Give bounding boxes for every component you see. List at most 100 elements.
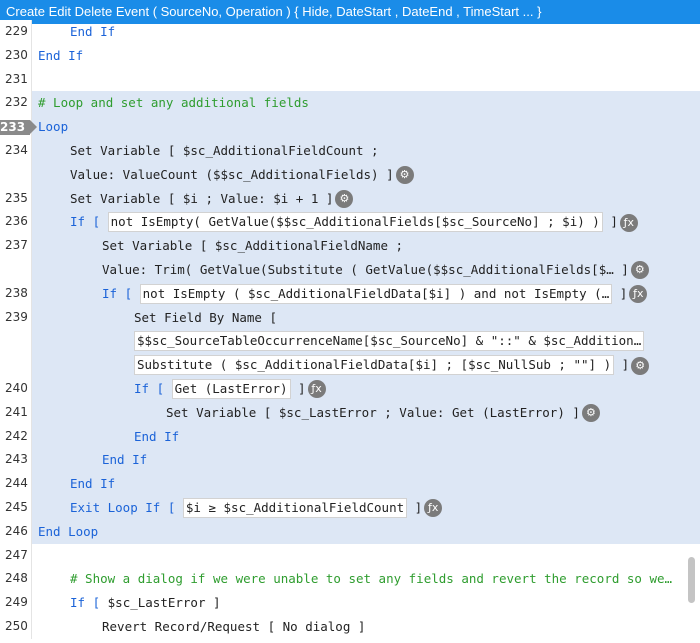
control-keyword: If [ xyxy=(70,214,108,230)
script-step-text: # Loop and set any additional fields xyxy=(38,91,676,115)
calculation-field[interactable]: not IsEmpty ( $sc_AdditionalFieldData[$i… xyxy=(139,283,613,304)
script-editor[interactable]: 229 End If 230 End If 231 232 # Loop and set a… xyxy=(0,20,700,639)
line-number: 241 xyxy=(5,404,28,419)
control-keyword: End If xyxy=(38,47,84,63)
script-step-text: $$sc_SourceTableOccurrenceName[$sc_Sourc… xyxy=(134,329,676,353)
gear-icon[interactable]: ⚙ xyxy=(631,356,650,375)
line-number: 245 xyxy=(5,499,28,514)
step-text: Value: Trim( GetValue(Substitute ( GetVa… xyxy=(102,261,629,277)
line-gutter: 245 xyxy=(0,495,32,520)
line-gutter: 249 xyxy=(0,591,32,615)
script-step-text: Exit Loop If [ $i ≥ $sc_AdditionalFieldC… xyxy=(70,496,676,520)
step-text: Set Variable [ $sc_AdditionalFieldCount … xyxy=(70,142,379,158)
line-gutter: 232 xyxy=(0,91,32,116)
scrollbar-thumb[interactable] xyxy=(688,557,695,603)
function-icon[interactable]: ƒx xyxy=(629,285,648,304)
line-gutter: 244 xyxy=(0,472,32,496)
script-line[interactable]: 242 End If xyxy=(0,424,700,449)
line-number: 229 xyxy=(5,24,28,38)
calculation-field[interactable]: $$sc_SourceTableOccurrenceName[$sc_Sourc… xyxy=(134,331,645,352)
gear-icon[interactable]: ⚙ xyxy=(335,190,354,209)
script-line[interactable]: 247 xyxy=(0,543,700,568)
line-number: 239 xyxy=(5,309,28,324)
control-keyword: End Loop xyxy=(38,523,99,539)
line-number: 242 xyxy=(5,428,28,443)
line-gutter: 229 xyxy=(0,20,32,44)
calculation-field[interactable]: Substitute ( $sc_AdditionalFieldData[$i]… xyxy=(134,355,615,376)
line-gutter xyxy=(0,257,32,282)
step-text: ] xyxy=(290,380,306,396)
script-line[interactable]: 231 xyxy=(0,67,700,92)
script-step-text: End If xyxy=(70,20,676,44)
line-gutter: 234 xyxy=(0,138,32,163)
script-step-text: End If xyxy=(38,44,676,68)
function-icon[interactable]: ƒx xyxy=(619,213,638,232)
line-gutter: 243 xyxy=(0,448,32,473)
script-line[interactable]: 249 If [ $sc_LastError ] xyxy=(0,591,700,615)
script-line[interactable]: 236 If [ not IsEmpty( GetValue($$sc_Addit… xyxy=(0,210,700,235)
script-step-text: End If xyxy=(134,425,676,449)
script-line[interactable]: 235 Set Variable [ $i ; Value: $i + 1 ] ⚙ xyxy=(0,186,700,211)
gear-icon[interactable]: ⚙ xyxy=(630,261,649,280)
calculation-field[interactable]: $i ≥ $sc_AdditionalFieldCount xyxy=(182,497,408,518)
step-text: Set Variable [ $sc_LastError ; Value: Ge… xyxy=(166,404,580,420)
script-line[interactable]: 239 Set Field By Name [ xyxy=(0,305,700,330)
control-keyword: End If xyxy=(70,476,116,492)
control-keyword: If [ xyxy=(70,595,108,611)
script-line[interactable]: 245 Exit Loop If [ $i ≥ $sc_AdditionalFie… xyxy=(0,495,700,520)
line-gutter: 241 xyxy=(0,400,32,425)
script-line[interactable]: 234 Set Variable [ $sc_AdditionalFieldCou… xyxy=(0,138,700,163)
control-keyword: End If xyxy=(102,452,148,468)
script-step-text: Revert Record/Request [ No dialog ] xyxy=(102,615,676,639)
script-line[interactable]: 232 # Loop and set any additional fields xyxy=(0,91,700,116)
line-gutter xyxy=(0,329,32,354)
script-step-text: End If xyxy=(102,448,676,472)
control-keyword: Loop xyxy=(38,119,69,135)
script-line[interactable]: 241 Set Variable [ $sc_LastError ; Value:… xyxy=(0,400,700,425)
function-icon[interactable]: ƒx xyxy=(424,499,443,518)
script-line[interactable]: $$sc_SourceTableOccurrenceName[$sc_Sourc… xyxy=(0,329,700,354)
script-step-text: If [ not IsEmpty( GetValue($$sc_Addition… xyxy=(70,210,676,234)
line-gutter: 237 xyxy=(0,234,32,258)
line-number: 247 xyxy=(5,547,28,562)
line-number: 230 xyxy=(5,47,28,62)
script-line[interactable]: Substitute ( $sc_AdditionalFieldData[$i]… xyxy=(0,353,700,377)
step-text: ] xyxy=(205,595,221,611)
script-line[interactable]: 244 End If xyxy=(0,472,700,496)
script-step-text: Value: Trim( GetValue(Substitute ( GetVa… xyxy=(102,258,676,282)
script-line[interactable]: 230 End If xyxy=(0,43,700,68)
script-line[interactable]: 237 Set Variable [ $sc_AdditionalFieldNam… xyxy=(0,234,700,258)
script-line[interactable]: 250 Revert Record/Request [ No dialog ] xyxy=(0,614,700,639)
line-gutter: 247 xyxy=(0,543,32,568)
gear-icon[interactable]: ⚙ xyxy=(581,404,600,423)
line-gutter: 233 xyxy=(0,115,37,139)
script-step-text: Set Variable [ $i ; Value: $i + 1 ] ⚙ xyxy=(70,187,676,211)
gear-icon[interactable]: ⚙ xyxy=(395,166,414,185)
script-line[interactable]: 246 End Loop xyxy=(0,519,700,544)
script-line[interactable]: 240 If [ Get (LastError) ] ƒx xyxy=(0,376,700,401)
script-line[interactable]: 243 End If xyxy=(0,448,700,473)
line-number: 231 xyxy=(5,71,28,86)
line-gutter xyxy=(0,162,32,187)
line-gutter xyxy=(0,353,32,377)
calculation-field[interactable]: Get (LastError) xyxy=(171,378,291,399)
line-number: 240 xyxy=(5,380,28,395)
calculation-field[interactable]: not IsEmpty( GetValue($$sc_AdditionalFie… xyxy=(107,212,603,233)
step-text: Revert Record/Request [ No dialog ] xyxy=(102,618,366,634)
line-number: 243 xyxy=(5,452,28,467)
line-number: 249 xyxy=(5,595,28,610)
script-line[interactable]: 238 If [ not IsEmpty ( $sc_AdditionalFiel… xyxy=(0,281,700,306)
line-number: 236 xyxy=(5,214,28,229)
script-line[interactable]: 248 # Show a dialog if we were unable to … xyxy=(0,567,700,592)
line-gutter: 246 xyxy=(0,519,32,544)
script-title: Create Edit Delete Event ( SourceNo, Ope… xyxy=(6,4,542,19)
script-line[interactable]: Value: Trim( GetValue(Substitute ( GetVa… xyxy=(0,257,700,282)
script-step-text: If [ $sc_LastError ] xyxy=(70,591,676,615)
script-line[interactable]: 229 End If xyxy=(0,20,700,44)
script-line[interactable]: 233 Loop xyxy=(0,115,700,139)
function-icon[interactable]: ƒx xyxy=(307,380,326,399)
line-gutter: 242 xyxy=(0,424,32,449)
script-step-text: Set Variable [ $sc_AdditionalFieldCount … xyxy=(70,139,676,163)
line-gutter: 248 xyxy=(0,567,32,592)
script-line[interactable]: Value: ValueCount ($$sc_AdditionalFields… xyxy=(0,162,700,187)
